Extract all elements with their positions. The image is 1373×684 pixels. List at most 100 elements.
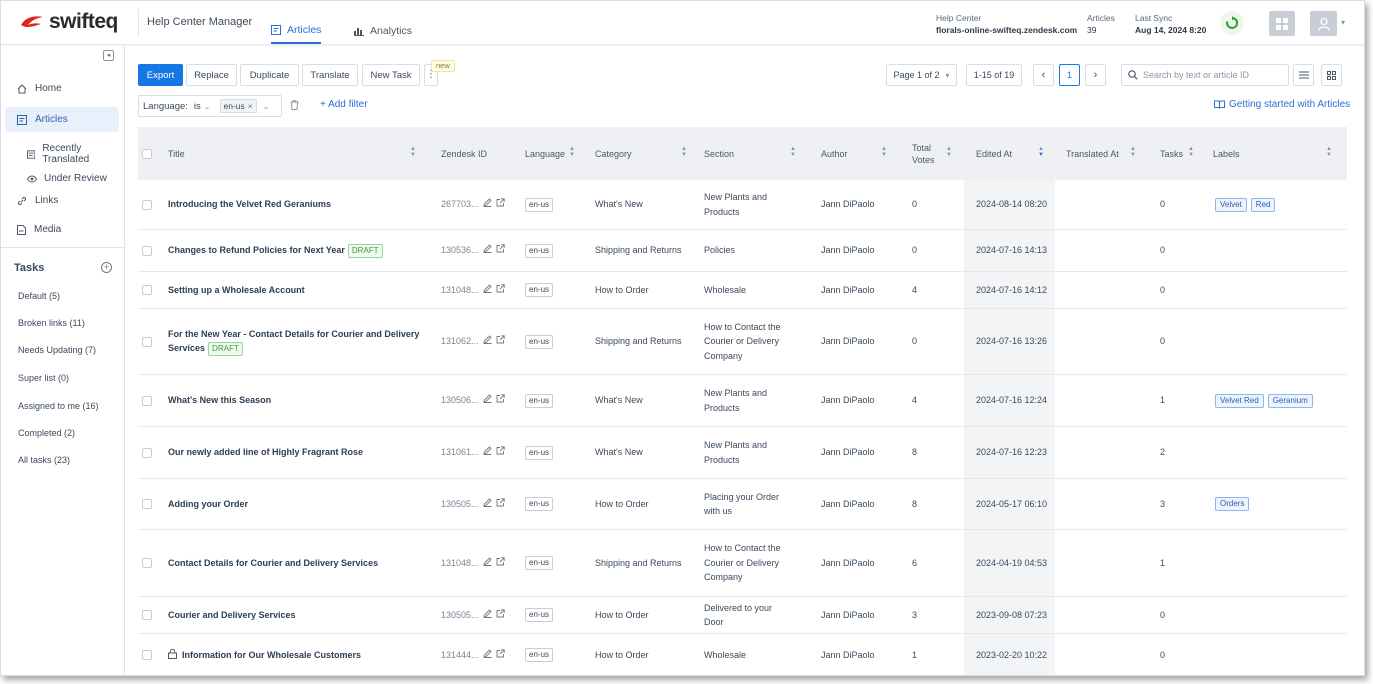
edit-icon[interactable] — [482, 445, 492, 460]
column-header-total-votes[interactable]: Total Votes ▲ ▼ — [912, 127, 958, 180]
next-page-button[interactable]: › — [1085, 64, 1106, 86]
sidebar-item-links[interactable]: Links — [5, 188, 119, 213]
row-checkbox[interactable] — [142, 245, 152, 256]
article-title[interactable]: Setting up a Wholesale Account — [168, 272, 422, 308]
sidebar-item-articles[interactable]: Articles — [5, 107, 119, 132]
external-link-icon[interactable] — [496, 393, 505, 408]
article-title[interactable]: Information for Our Wholesale Customers — [168, 634, 422, 675]
search-input[interactable] — [1143, 70, 1283, 80]
external-link-icon[interactable] — [496, 648, 505, 663]
row-checkbox[interactable] — [142, 499, 152, 509]
column-header-edited-at[interactable]: Edited At ▲ ▼ — [976, 127, 1050, 180]
label-tag[interactable]: Red — [1250, 197, 1276, 212]
edit-icon[interactable] — [482, 393, 492, 408]
task-list-item[interactable]: Assigned to me (16) — [18, 401, 99, 411]
table-row[interactable]: For the New Year - Contact Details for C… — [138, 309, 1347, 375]
task-list-item[interactable]: Broken links (11) — [18, 318, 85, 328]
edit-icon[interactable] — [482, 334, 492, 349]
table-row[interactable]: Introducing the Velvet Red Geraniums 2677… — [138, 180, 1347, 230]
label-tag[interactable]: Velvet Red — [1215, 393, 1264, 408]
edit-icon[interactable] — [482, 243, 492, 258]
column-header-section[interactable]: Section ▲ ▼ — [704, 127, 802, 180]
export-button[interactable]: Export — [138, 64, 183, 86]
row-checkbox[interactable] — [142, 610, 152, 620]
tab-analytics[interactable]: Analytics — [354, 18, 412, 44]
external-link-icon[interactable] — [496, 497, 505, 512]
column-header-tasks[interactable]: Tasks ▲ ▼ — [1160, 127, 1194, 180]
language-filter[interactable]: Language: is ⌄ en-us × ⌄ — [138, 95, 282, 117]
article-title[interactable]: For the New Year - Contact Details for C… — [168, 309, 422, 374]
page-number-button[interactable]: 1 — [1059, 64, 1080, 86]
prev-page-button[interactable]: ‹ — [1033, 64, 1054, 86]
table-row[interactable]: Contact Details for Courier and Delivery… — [138, 530, 1347, 597]
edit-icon[interactable] — [482, 608, 492, 623]
list-view-button[interactable] — [1293, 64, 1314, 86]
replace-button[interactable]: Replace — [186, 64, 237, 86]
row-checkbox[interactable] — [142, 285, 152, 295]
external-link-icon[interactable] — [496, 556, 505, 571]
sidebar-item-media[interactable]: Media — [5, 217, 119, 242]
external-link-icon[interactable] — [496, 243, 505, 258]
article-title[interactable]: Changes to Refund Policies for Next Year… — [168, 230, 422, 271]
sync-button[interactable] — [1220, 11, 1244, 35]
brand-logo[interactable]: swifteq — [19, 10, 118, 34]
duplicate-button[interactable]: Duplicate — [240, 64, 299, 86]
article-title[interactable]: Contact Details for Courier and Delivery… — [168, 530, 422, 596]
sidebar-item-home[interactable]: Home — [5, 76, 119, 101]
table-row[interactable]: Setting up a Wholesale Account 131048... e… — [138, 272, 1347, 309]
sidebar-item-recently-translated[interactable]: Recently Translated — [27, 143, 124, 165]
table-row[interactable]: Information for Our Wholesale Customers 1… — [138, 634, 1347, 675]
task-list-item[interactable]: Needs Updating (7) — [18, 345, 96, 355]
task-list-item[interactable]: Super list (0) — [18, 373, 69, 383]
collapse-sidebar-button[interactable]: ◂ — [103, 50, 114, 61]
column-header-category[interactable]: Category ▲ ▼ — [595, 127, 693, 180]
edit-icon[interactable] — [482, 556, 492, 571]
filter-operator[interactable]: is ⌄ — [194, 101, 211, 112]
avatar[interactable] — [1310, 11, 1337, 36]
column-header-zendesk-id[interactable]: Zendesk ID — [441, 127, 521, 180]
article-title[interactable]: Adding your Order — [168, 479, 422, 529]
column-header-title[interactable]: Title ▲ ▼ — [168, 127, 422, 180]
close-icon[interactable]: × — [248, 101, 253, 111]
external-link-icon[interactable] — [496, 334, 505, 349]
article-title[interactable]: What's New this Season — [168, 375, 422, 426]
help-center-value[interactable]: florals-online-swifteq.zendesk.com — [936, 24, 1077, 36]
column-header-labels[interactable]: Labels ▲ ▼ — [1213, 127, 1338, 180]
tab-articles[interactable]: Articles — [271, 18, 322, 44]
column-header-translated-at[interactable]: Translated At ▲ ▼ — [1066, 127, 1142, 180]
apps-button[interactable] — [1269, 11, 1295, 36]
sidebar-item-under-review[interactable]: Under Review — [27, 173, 107, 184]
task-list-item[interactable]: Completed (2) — [18, 428, 75, 438]
row-checkbox[interactable] — [142, 336, 152, 347]
task-list-item[interactable]: Default (5) — [18, 291, 60, 301]
edit-icon[interactable] — [482, 648, 492, 663]
article-title[interactable]: Our newly added line of Highly Fragrant … — [168, 427, 422, 478]
label-tag[interactable]: Velvet — [1215, 197, 1247, 212]
chevron-down-icon[interactable]: ⌄ — [263, 102, 270, 111]
task-list-item[interactable]: All tasks (23) — [18, 455, 70, 465]
edit-icon[interactable] — [482, 197, 492, 212]
delete-filter-button[interactable] — [290, 100, 299, 113]
row-checkbox[interactable] — [142, 650, 152, 660]
row-checkbox[interactable] — [142, 199, 152, 210]
getting-started-link[interactable]: Getting started with Articles — [1214, 99, 1350, 110]
row-checkbox[interactable] — [142, 558, 152, 568]
label-tag[interactable]: Geranium — [1267, 393, 1313, 408]
page-select[interactable]: Page 1 of 2 ▾ — [886, 64, 957, 86]
translate-button[interactable]: Translate — [302, 64, 358, 86]
table-row[interactable]: Adding your Order 130505... en-us How to Or… — [138, 479, 1347, 530]
edit-icon[interactable] — [482, 497, 492, 512]
chevron-down-icon[interactable]: ▾ — [1341, 18, 1345, 27]
article-title[interactable]: Courier and Delivery Services — [168, 597, 422, 633]
add-task-button[interactable]: + — [101, 262, 112, 273]
external-link-icon[interactable] — [496, 608, 505, 623]
label-tag[interactable]: Orders — [1215, 497, 1250, 511]
external-link-icon[interactable] — [496, 445, 505, 460]
external-link-icon[interactable] — [496, 283, 505, 298]
grid-view-button[interactable] — [1321, 64, 1342, 86]
table-row[interactable]: Our newly added line of Highly Fragrant … — [138, 427, 1347, 479]
column-header-author[interactable]: Author ▲ ▼ — [821, 127, 893, 180]
row-checkbox[interactable] — [142, 395, 152, 406]
column-header-language[interactable]: Language ▲ ▼ — [525, 127, 577, 180]
edit-icon[interactable] — [482, 283, 492, 298]
